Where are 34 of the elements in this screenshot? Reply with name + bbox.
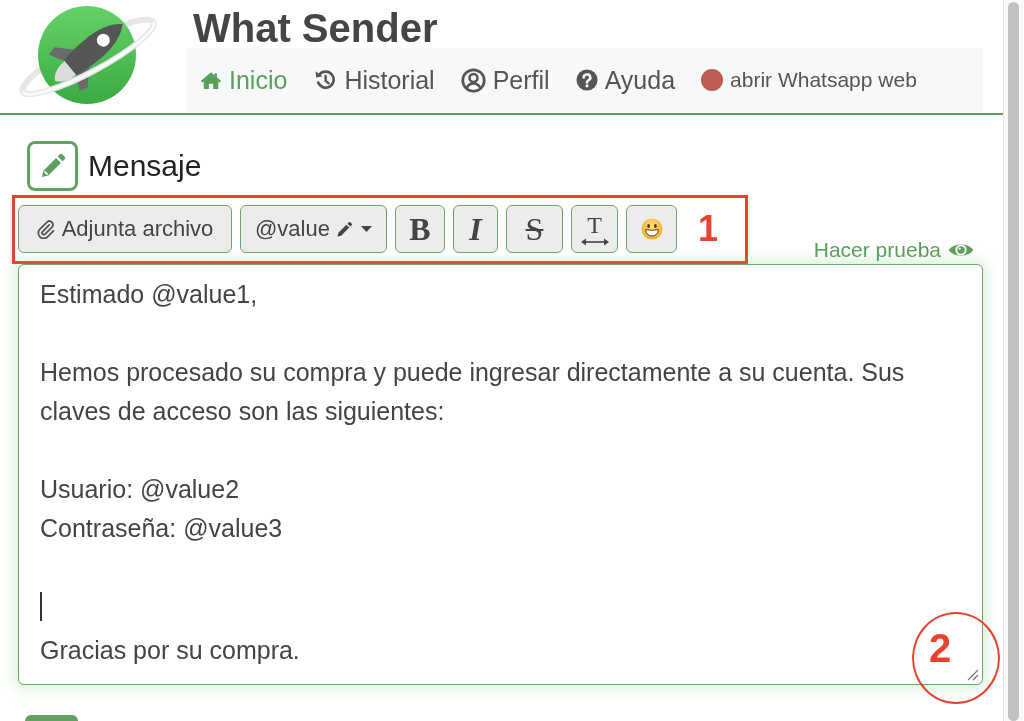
emoji-button[interactable]: [626, 205, 677, 253]
icon-tile: [25, 715, 78, 721]
history-icon: [313, 68, 338, 92]
paperclip-icon: [36, 219, 56, 239]
home-icon: [200, 70, 222, 90]
strikethrough-button[interactable]: S: [506, 205, 563, 253]
message-line: Hemos procesado su compra y puede ingresar directamente a su cuenta. Sus claves de acceso son las siguientes:: [40, 357, 906, 427]
bold-button[interactable]: B: [395, 205, 445, 253]
double-arrow-icon: [580, 237, 609, 246]
message-line: Gracias por su compra.: [40, 635, 300, 666]
text-cursor: [40, 592, 42, 621]
scrollbar-thumb[interactable]: [1008, 2, 1019, 721]
annotation-number: 1: [698, 209, 719, 249]
caret-icon: [360, 226, 372, 232]
pencil-icon: [27, 141, 78, 191]
app-title: What Sender: [193, 9, 438, 48]
value-dropdown-button[interactable]: @value: [240, 205, 387, 253]
pencil-icon: [335, 220, 353, 238]
message-line: Estimado @value1,: [40, 279, 258, 310]
attach-file-button[interactable]: Adjunta archivo: [18, 205, 232, 253]
user-circle-icon: [460, 67, 486, 93]
nav-link[interactable]: Perfil: [460, 65, 550, 95]
message-line: Usuario: @value2: [40, 474, 240, 505]
text-width-button[interactable]: T: [571, 205, 618, 253]
help-icon: [575, 69, 598, 91]
annotation-number: 2: [928, 626, 952, 670]
section-title: Mensaje: [88, 148, 202, 184]
message-line: Contraseña: @value3: [40, 513, 283, 544]
nav-link[interactable]: abrir Whatsapp web: [701, 68, 917, 92]
smiley-icon: [640, 218, 663, 240]
resize-grip-icon[interactable]: [967, 669, 979, 681]
italic-button[interactable]: I: [453, 205, 498, 253]
nav-link[interactable]: Historial: [313, 65, 435, 95]
nav-link[interactable]: Ayuda: [575, 65, 676, 95]
